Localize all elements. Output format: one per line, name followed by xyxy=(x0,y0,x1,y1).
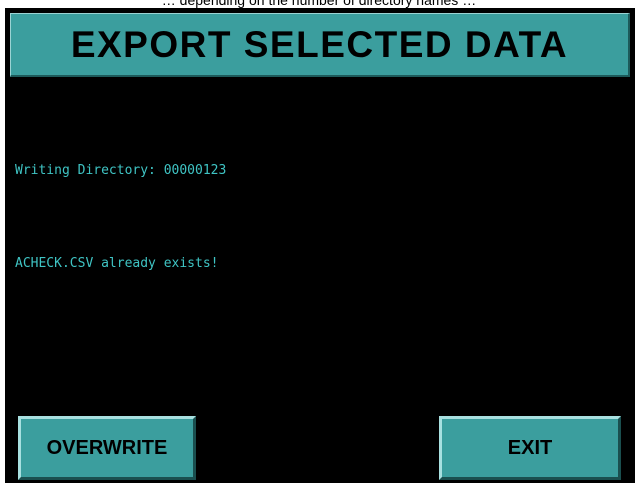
exit-button[interactable]: EXIT xyxy=(439,416,621,480)
export-screen: EXPORT SELECTED DATA Writing Directory: … xyxy=(5,8,635,483)
exit-button-label: EXIT xyxy=(507,436,553,459)
overwrite-button-label: OVERWRITE xyxy=(46,436,168,459)
page-title: EXPORT SELECTED DATA xyxy=(70,23,569,65)
title-bar: EXPORT SELECTED DATA xyxy=(10,13,630,77)
overwrite-button[interactable]: OVERWRITE xyxy=(18,416,196,480)
cropped-caption-text: … depending on the number of directory n… xyxy=(0,0,638,8)
file-exists-message: ACHECK.CSV already exists! xyxy=(15,256,219,271)
writing-directory-message: Writing Directory: 00000123 xyxy=(15,163,227,178)
caption-text: … depending on the number of directory n… xyxy=(161,0,477,8)
